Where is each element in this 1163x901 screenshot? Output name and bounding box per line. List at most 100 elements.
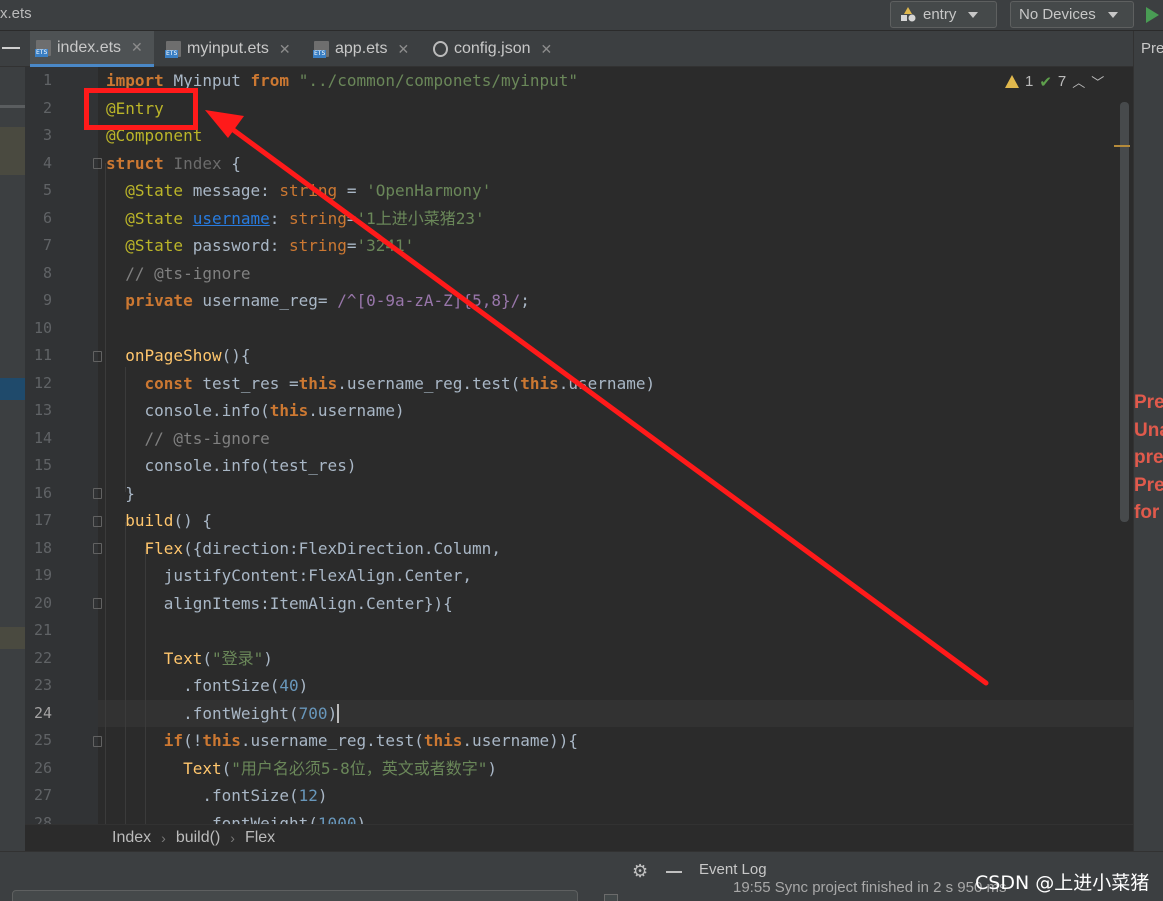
tab-label: index.ets <box>57 38 122 56</box>
previewer-tab[interactable]: Pre <box>1141 40 1163 57</box>
ets-file-icon <box>35 39 51 57</box>
line-number: 13 <box>33 401 52 419</box>
line-number: 19 <box>33 566 52 584</box>
code-line-12: const test_res =this.username_reg.test(t… <box>144 373 656 393</box>
line-number: 2 <box>42 98 52 117</box>
previewer-message-line: Una <box>1134 419 1163 441</box>
code-line-27: .fontSize(12) <box>106 786 328 805</box>
line-number: 5 <box>42 181 52 199</box>
close-icon[interactable]: ✕ <box>131 39 143 56</box>
tab-app-ets[interactable]: app.ets ✕ <box>308 31 420 67</box>
scroll-warning-marker <box>1114 145 1130 147</box>
watermark: CSDN @上进小菜猪 <box>975 872 1150 894</box>
code-line-14: // @ts-ignore <box>144 428 270 448</box>
chevron-down-icon[interactable]: ﹀ <box>1091 72 1104 91</box>
ets-file-icon <box>313 41 329 58</box>
editor-tab-bar: index.ets ✕ myinput.ets ✕ app.ets ✕ conf… <box>0 31 1133 67</box>
code-line-23: .fontSize(40) <box>106 676 309 695</box>
line-number: 4 <box>42 153 52 172</box>
previewer-panel: Pre Pre Una pre Pre for <box>1133 31 1163 851</box>
search-input[interactable] <box>12 890 578 901</box>
fold-icon[interactable] <box>93 543 102 554</box>
fold-icon[interactable] <box>93 516 102 527</box>
code-line-15: console.info(test_res) <box>106 456 357 475</box>
tab-myinput-ets[interactable]: myinput.ets ✕ <box>160 31 302 67</box>
run-config-label: entry <box>923 6 957 23</box>
window-title-fragment: x.ets <box>0 5 32 22</box>
line-number: 6 <box>42 208 52 227</box>
run-icon[interactable] <box>1146 7 1159 23</box>
chevron-down-icon <box>1107 11 1118 18</box>
previewer-message-line: pre <box>1134 447 1163 468</box>
code-line-26: Text("用户名必须5-8位，英文或者数字") <box>183 758 498 778</box>
main-toolbar: x.ets entry No Devices <box>0 0 1163 31</box>
line-number: 26 <box>33 758 52 777</box>
option-checkbox[interactable] <box>604 894 618 901</box>
line-number: 27 <box>33 786 52 804</box>
line-number: 23 <box>33 676 52 694</box>
device-label: No Devices <box>1019 6 1096 23</box>
code-line-19: justifyContent:FlexAlign.Center, <box>106 566 473 585</box>
line-number: 28 <box>33 813 52 825</box>
chevron-right-icon: › <box>230 830 235 846</box>
chevron-up-icon[interactable]: ︿ <box>1072 72 1085 91</box>
line-number: 15 <box>33 456 52 474</box>
code-editor[interactable]: 1 2 3 4 5 6 7 8 9 10 11 12 13 14 15 16 1… <box>25 67 1133 824</box>
left-tool-strip <box>0 67 25 851</box>
breadcrumb-item[interactable]: Index <box>112 829 151 847</box>
bottom-tool-bar: ⚙ Event Log 19:55 Sync project finished … <box>0 851 1163 901</box>
line-number: 22 <box>33 648 52 667</box>
chevron-down-icon <box>968 11 979 18</box>
event-log-entry: 19:55 Sync project finished in 2 s 950 m… <box>733 879 1007 896</box>
line-number: 10 <box>33 318 52 337</box>
close-icon[interactable]: ✕ <box>397 41 409 58</box>
inspection-widget[interactable]: 1 ✔ 7 ︿ ﹀ <box>1005 72 1104 91</box>
code-line-18: Flex({direction:FlexDirection.Column, <box>144 538 501 558</box>
tab-config-json[interactable]: config.json ✕ <box>427 31 559 67</box>
previewer-message-line: Pre <box>1134 474 1163 496</box>
module-icon <box>901 7 916 22</box>
code-line-4: struct Index { <box>106 153 241 173</box>
device-dropdown[interactable]: No Devices <box>1010 1 1134 28</box>
strip-marker <box>0 378 25 400</box>
fold-icon[interactable] <box>93 158 102 169</box>
code-line-6: @State username: string='1上进小菜猪23' <box>125 208 485 228</box>
line-number: 3 <box>42 126 52 144</box>
fold-icon[interactable] <box>93 351 102 362</box>
gear-icon[interactable]: ⚙ <box>632 861 648 882</box>
run-config-dropdown[interactable]: entry <box>890 1 997 28</box>
close-icon[interactable]: ✕ <box>279 41 291 58</box>
vertical-scrollbar[interactable] <box>1120 102 1129 522</box>
code-line-8: // @ts-ignore <box>125 263 251 283</box>
code-line-17: build() { <box>125 511 212 530</box>
code-line-20: alignItems:ItemAlign.Center}){ <box>106 593 453 613</box>
annotation-highlight-box <box>84 88 198 130</box>
event-log-title[interactable]: Event Log <box>699 861 767 878</box>
line-number: 21 <box>33 621 52 639</box>
line-number: 9 <box>42 291 52 309</box>
fold-icon[interactable] <box>93 488 102 499</box>
collapse-icon[interactable] <box>2 47 20 49</box>
warning-count: 1 <box>1025 73 1034 90</box>
tab-index-ets[interactable]: index.ets ✕ <box>30 31 154 67</box>
line-number: 8 <box>42 263 52 282</box>
close-icon[interactable]: ✕ <box>541 41 553 58</box>
chevron-right-icon: › <box>161 830 166 846</box>
code-line-28: .fontWeight(1000) <box>106 813 367 825</box>
code-line-24: .fontWeight(700) <box>106 703 340 723</box>
code-line-22: Text("登录") <box>163 648 273 668</box>
previewer-message: Pre Una pre Pre for <box>1134 389 1163 527</box>
breadcrumb-item[interactable]: build() <box>176 829 220 847</box>
hide-icon[interactable] <box>666 871 682 873</box>
fold-icon[interactable] <box>93 598 102 609</box>
breadcrumb: Index › build() › Flex <box>25 824 1133 851</box>
breadcrumb-item[interactable]: Flex <box>245 829 275 847</box>
strip-marker <box>0 627 25 649</box>
fold-icon[interactable] <box>93 736 102 747</box>
code-line-7: @State password: string='3241' <box>125 236 415 255</box>
line-number: 12 <box>33 373 52 392</box>
strip-marker <box>0 127 25 175</box>
code-line-25: if(!this.username_reg.test(this.username… <box>163 731 579 750</box>
ets-file-icon <box>165 41 181 58</box>
code-line-5: @State message: string = 'OpenHarmony' <box>125 181 492 200</box>
